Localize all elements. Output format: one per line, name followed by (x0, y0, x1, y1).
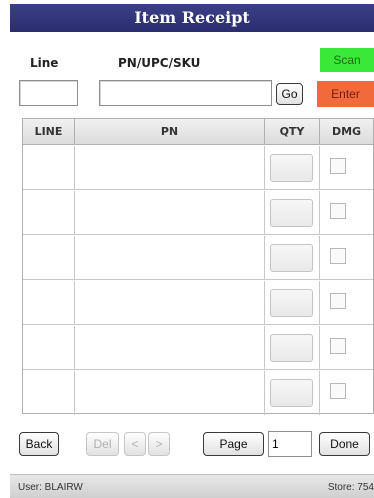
table-row (23, 236, 373, 280)
damage-checkbox[interactable] (330, 383, 346, 399)
table-row (23, 371, 373, 415)
line-cell (23, 326, 75, 370)
pn-cell (75, 371, 265, 415)
qty-input[interactable] (270, 199, 313, 227)
column-header-qty: QTY (265, 119, 320, 145)
qty-input[interactable] (270, 289, 313, 317)
table-row (23, 191, 373, 235)
enter-button[interactable]: Enter (317, 81, 374, 107)
column-header-pn: PN (75, 119, 265, 145)
dmg-cell (320, 146, 373, 190)
pn-upc-sku-input[interactable] (99, 80, 272, 106)
scan-button[interactable]: Scan (320, 48, 374, 72)
pn-cell (75, 326, 265, 370)
qty-input[interactable] (270, 244, 313, 272)
qty-cell (265, 236, 320, 280)
pn-cell (75, 236, 265, 280)
pn-cell (75, 146, 265, 190)
damage-checkbox[interactable] (330, 158, 346, 174)
line-input[interactable] (19, 80, 78, 106)
qty-cell (265, 281, 320, 325)
table-row (23, 281, 373, 325)
column-header-line: LINE (23, 119, 75, 145)
dmg-cell (320, 371, 373, 415)
item-receipt-screen: Item Receipt Line PN/UPC/SKU Scan Go Ent… (10, 4, 374, 498)
line-cell (23, 371, 75, 415)
delete-button[interactable]: Del (86, 432, 119, 456)
dmg-cell (320, 326, 373, 370)
damage-checkbox[interactable] (330, 338, 346, 354)
go-button[interactable]: Go (276, 83, 303, 105)
qty-cell (265, 146, 320, 190)
pn-cell (75, 191, 265, 235)
receipt-table: LINE PN QTY DMG (22, 118, 374, 415)
line-cell (23, 236, 75, 280)
damage-checkbox[interactable] (330, 248, 346, 264)
qty-input[interactable] (270, 379, 313, 407)
damage-checkbox[interactable] (330, 293, 346, 309)
table-header: LINE PN QTY DMG (23, 119, 373, 145)
pn-upc-sku-label: PN/UPC/SKU (118, 56, 201, 70)
status-bar: User: BLAIRW Store: 754 (10, 474, 374, 498)
previous-page-button[interactable]: < (124, 432, 146, 456)
damage-checkbox[interactable] (330, 203, 346, 219)
store-status: Store: 754 (327, 482, 374, 493)
table-row (23, 146, 373, 190)
dmg-cell (320, 281, 373, 325)
line-cell (23, 146, 75, 190)
next-page-button[interactable]: > (148, 432, 170, 456)
user-status: User: BLAIRW (18, 482, 83, 493)
qty-cell (265, 371, 320, 415)
done-button[interactable]: Done (319, 432, 370, 456)
line-label: Line (30, 56, 59, 70)
pn-cell (75, 281, 265, 325)
line-cell (23, 281, 75, 325)
page-title: Item Receipt (10, 4, 374, 32)
qty-input[interactable] (270, 154, 313, 182)
page-number-input[interactable]: 1 (268, 431, 312, 457)
dmg-cell (320, 236, 373, 280)
dmg-cell (320, 191, 373, 235)
back-button[interactable]: Back (19, 432, 59, 456)
column-header-dmg: DMG (331, 125, 362, 138)
qty-cell (265, 191, 320, 235)
table-row (23, 326, 373, 370)
line-cell (23, 191, 75, 235)
qty-cell (265, 326, 320, 370)
qty-input[interactable] (270, 334, 313, 362)
page-button[interactable]: Page (203, 432, 264, 456)
